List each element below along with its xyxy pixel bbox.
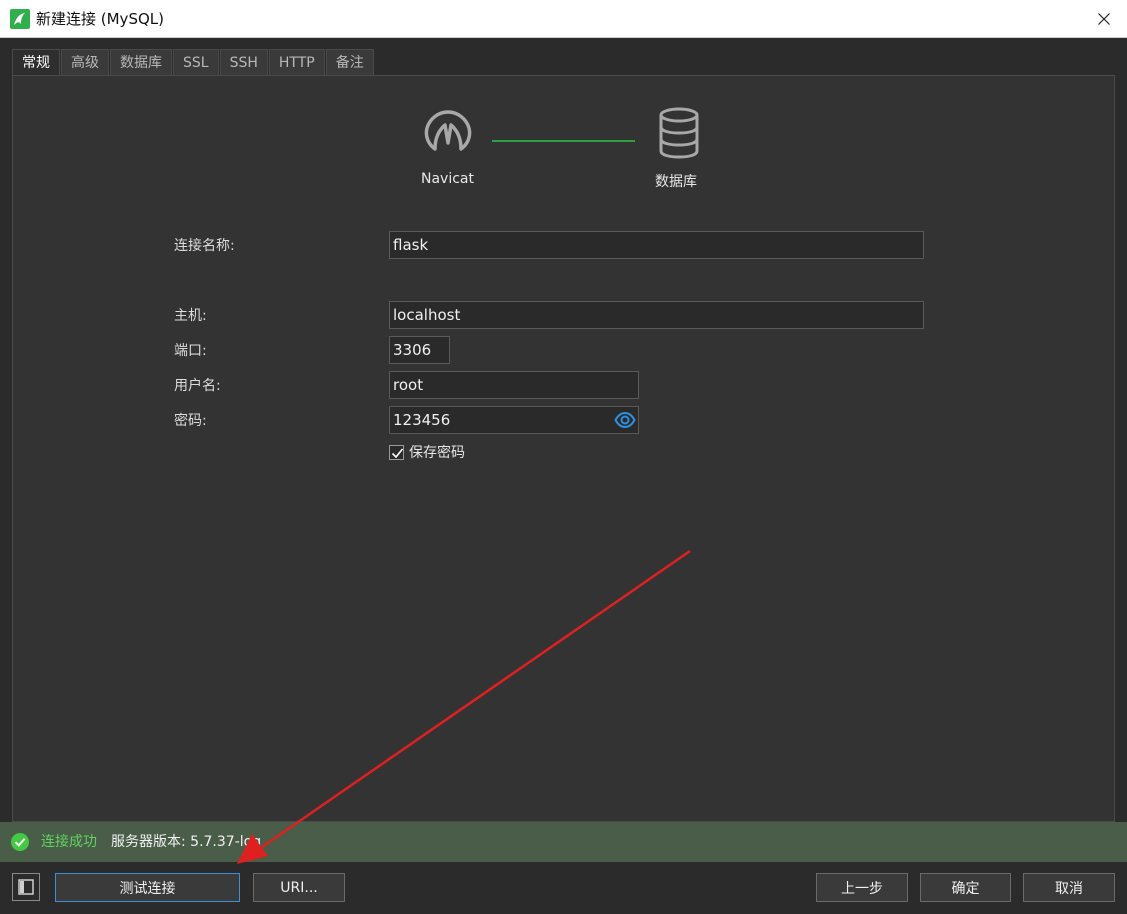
diagram-database-label: 数据库 (655, 174, 697, 190)
password-label: 密码: (174, 413, 207, 429)
bottom-button-bar: 测试连接 URI... 上一步 确定 取消 (0, 862, 1127, 914)
side-panel-icon (18, 879, 34, 895)
save-password-label: 保存密码 (409, 445, 465, 461)
save-password-checkbox[interactable] (389, 444, 404, 460)
connection-name-label: 连接名称: (174, 238, 235, 254)
tab-bar: 常规 高级 数据库 SSL SSH HTTP 备注 (12, 49, 375, 75)
database-icon (659, 107, 699, 159)
connection-success-text: 连接成功 (41, 834, 97, 850)
panel-scrollbar[interactable] (1115, 75, 1127, 822)
password-input[interactable] (389, 406, 639, 434)
connection-line (492, 140, 635, 142)
uri-button[interactable]: URI... (253, 873, 345, 902)
tab-notes[interactable]: 备注 (325, 49, 374, 75)
success-check-icon (11, 833, 29, 851)
checkmark-icon (391, 447, 404, 458)
cancel-button[interactable]: 取消 (1023, 873, 1115, 902)
test-connection-button[interactable]: 测试连接 (55, 873, 240, 902)
tab-http[interactable]: HTTP (268, 49, 325, 75)
general-panel (12, 75, 1115, 822)
connection-name-input[interactable] (389, 231, 924, 259)
ok-button[interactable]: 确定 (920, 873, 1011, 902)
tab-ssh[interactable]: SSH (219, 49, 268, 75)
tab-advanced[interactable]: 高级 (61, 49, 109, 75)
host-label: 主机: (174, 308, 207, 324)
status-bar: 连接成功 服务器版本: 5.7.37-log (0, 822, 1127, 862)
host-input[interactable] (389, 301, 924, 329)
diagram-navicat-label: Navicat (421, 171, 474, 187)
navicat-app-icon (10, 9, 30, 29)
navicat-logo-icon (424, 110, 472, 151)
tab-general[interactable]: 常规 (12, 49, 60, 75)
tab-databases[interactable]: 数据库 (110, 49, 172, 75)
title-bar: 新建连接 (MySQL) (0, 0, 1127, 38)
server-version-text: 服务器版本: 5.7.37-log (111, 834, 262, 850)
save-password-row[interactable]: 保存密码 (389, 442, 465, 462)
port-label: 端口: (174, 343, 207, 359)
port-input[interactable] (389, 336, 450, 364)
close-icon (1098, 13, 1110, 25)
back-button[interactable]: 上一步 (816, 873, 908, 902)
username-input[interactable] (389, 371, 639, 399)
toggle-panel-button[interactable] (12, 873, 40, 901)
close-button[interactable] (1081, 0, 1127, 38)
window-title: 新建连接 (MySQL) (36, 10, 164, 28)
tab-ssl[interactable]: SSL (173, 49, 219, 75)
show-password-eye-icon[interactable] (614, 411, 636, 429)
username-label: 用户名: (174, 378, 221, 394)
